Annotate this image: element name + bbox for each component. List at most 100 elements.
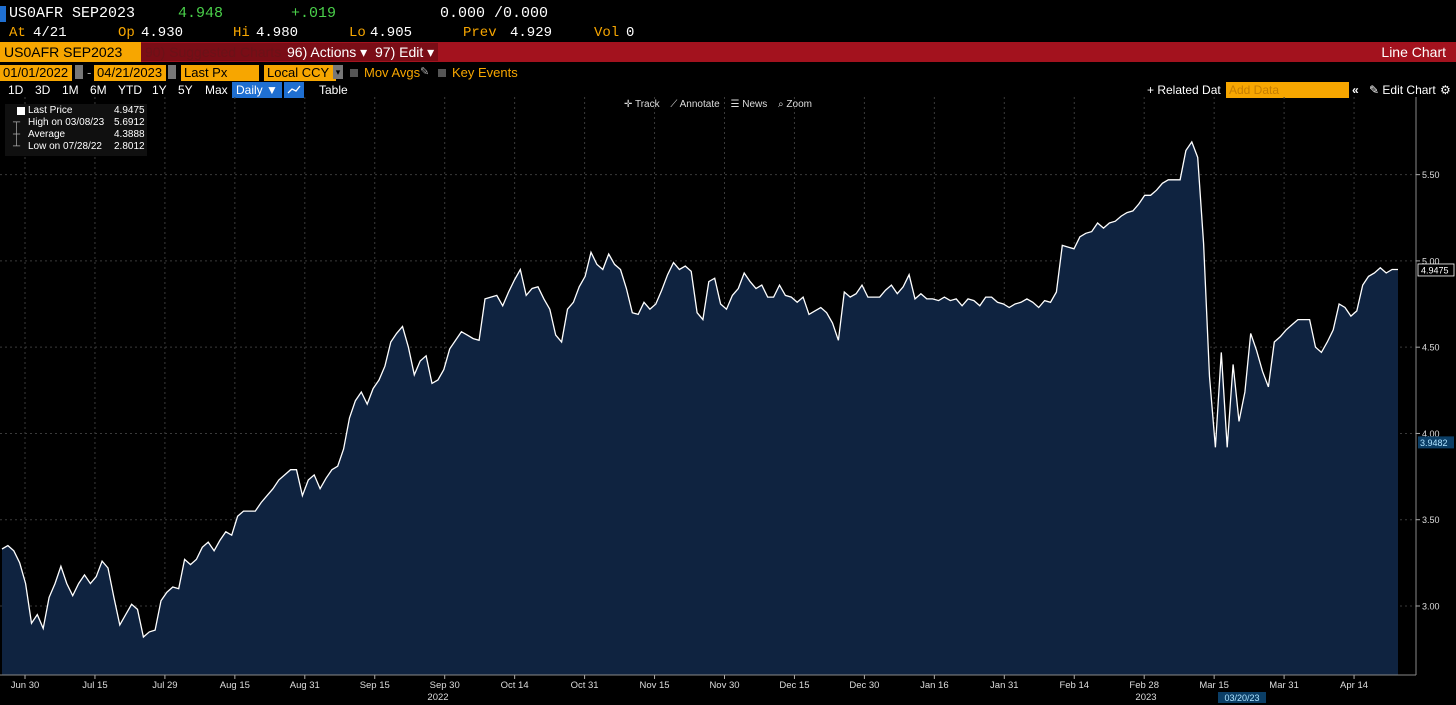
x-tick-label: Oct 14 (501, 680, 529, 691)
x-tick-label: Aug 31 (290, 680, 320, 691)
mov-avgs-label: Mov Avgs (364, 65, 421, 80)
price-area (2, 141, 1398, 675)
security-color-marker (0, 6, 6, 22)
high-marker-icon: ┬ (13, 117, 21, 128)
period-1m[interactable]: 1M (62, 82, 79, 98)
high-value: 4.980 (256, 25, 299, 41)
legend-value: 4.9475 (114, 105, 145, 116)
pencil-icon[interactable]: ✎ (420, 65, 429, 78)
security-field[interactable]: US0AFR SEP2023 In (0, 42, 141, 62)
x-tick-label: Dec 30 (849, 680, 879, 691)
track-label: Track (634, 99, 660, 110)
legend-value: 2.8012 (114, 141, 145, 152)
zoom-tool[interactable]: ⌕ Zoom (778, 99, 812, 110)
crosshair-icon: ✛ (624, 99, 635, 110)
x-tick-label: Nov 30 (709, 680, 739, 691)
legend-value: 5.6912 (114, 117, 145, 128)
at-label: At (9, 25, 26, 41)
currency-select[interactable]: Local CCY (264, 65, 336, 81)
x-tick-label: Oct 31 (571, 680, 599, 691)
edit-chart-label: Edit Chart (1382, 83, 1436, 97)
annotate-tool[interactable]: ⟋ Annotate (670, 99, 719, 110)
edit-menu[interactable]: 97) Edit ▾ (371, 43, 439, 61)
x-tick-label: Sep 30 (430, 680, 460, 691)
x-tick-label: Mar 15 (1199, 680, 1229, 691)
period-3d[interactable]: 3D (35, 82, 50, 98)
year-label: 2023 (1135, 692, 1156, 703)
price-chart[interactable]: 3.003.504.004.505.005.504.94753.9482 Jun… (0, 97, 1456, 705)
period-ytd[interactable]: YTD (118, 82, 142, 98)
low-label: Lo (349, 25, 366, 41)
zoom-label: Zoom (786, 99, 812, 110)
related-data-button[interactable]: + Related Dat (1147, 82, 1221, 98)
x-tick-label: Feb 28 (1129, 680, 1159, 691)
calendar-icon[interactable] (168, 65, 176, 79)
start-date-input[interactable]: 01/01/2022 (0, 65, 72, 81)
price-change: +.019 (291, 5, 337, 22)
low-marker-icon: ┴ (13, 141, 21, 152)
x-tick-label: Jul 29 (152, 680, 177, 691)
chart-type-title: Line Chart (1381, 44, 1446, 60)
end-date-input[interactable]: 04/21/2023 (94, 65, 166, 81)
add-data-input[interactable]: Add Data (1226, 82, 1349, 98)
legend-label: High on 03/08/23 (28, 117, 105, 128)
volume-label: Vol (594, 25, 620, 41)
function-toolbar: US0AFR SEP2023 In 90) Suggested Charts 9… (0, 42, 1456, 62)
calendar-icon[interactable] (75, 65, 83, 79)
collapse-icon[interactable]: « (1352, 82, 1359, 98)
x-tick-label: Jun 30 (11, 680, 40, 691)
key-events-label: Key Events (452, 65, 518, 80)
ticker-name: US0AFR SEP2023 (9, 5, 136, 22)
period-6m[interactable]: 6M (90, 82, 107, 98)
x-tick-label: Sep 15 (360, 680, 390, 691)
legend-label: Average (28, 129, 66, 140)
y-tick-label: 3.00 (1422, 601, 1440, 611)
x-tick-label: Feb 14 (1059, 680, 1089, 691)
average-marker-icon: ┼ (13, 129, 21, 140)
table-view-button[interactable]: Table (319, 82, 348, 98)
track-tool[interactable]: ✛ Track (624, 99, 660, 110)
frequency-select[interactable]: Daily ▼ (232, 82, 282, 98)
prev-value: 4.929 (510, 25, 553, 41)
pencil-icon: ✎ (1369, 83, 1383, 97)
actions-menu[interactable]: 96) Actions ▾ (283, 43, 372, 61)
x-tick-label: Jan 31 (990, 680, 1019, 691)
date-separator: - (87, 65, 92, 80)
gear-icon[interactable]: ⚙ (1440, 82, 1451, 98)
chart-legend: Last Price 4.9475 ┬ High on 03/08/23 5.6… (5, 104, 147, 156)
highlight-date-label: 03/20/23 (1224, 693, 1259, 703)
open-label: Op (118, 25, 135, 41)
volume-value: 0 (626, 25, 635, 41)
low-value: 4.905 (370, 25, 413, 41)
period-1d[interactable]: 1D (8, 82, 23, 98)
x-tick-label: Aug 15 (220, 680, 250, 691)
quote-stats: At 4/21 Op 4.930 Hi 4.980 Lo 4.905 Prev … (0, 24, 1456, 42)
high-label: Hi (233, 25, 250, 41)
period-max[interactable]: Max (205, 82, 228, 98)
chevron-down-icon[interactable]: ▾ (333, 65, 343, 79)
legend-label: Low on 07/28/22 (28, 141, 102, 152)
price-field-select[interactable]: Last Px (181, 65, 259, 81)
annotate-label: Annotate (679, 99, 720, 110)
y-tick-label: 3.50 (1422, 515, 1440, 525)
news-tool[interactable]: ☰ News (730, 99, 767, 110)
x-tick-label: Dec 15 (779, 680, 809, 691)
period-1y[interactable]: 1Y (152, 82, 167, 98)
line-chart-icon-graphic (287, 85, 301, 94)
prev-label: Prev (463, 25, 497, 41)
y-axis: 3.003.504.004.505.005.504.94753.9482 (1415, 97, 1455, 675)
period-5y[interactable]: 5Y (178, 82, 193, 98)
edit-chart-button[interactable]: ✎ Edit Chart (1369, 82, 1436, 98)
key-events-checkbox[interactable] (438, 69, 446, 77)
bid-ask: 0.000 /0.000 (440, 5, 549, 22)
news-icon: ☰ (730, 99, 743, 110)
x-tick-label: Apr 14 (1340, 680, 1368, 691)
x-tick-label: Mar 31 (1269, 680, 1299, 691)
suggested-charts-button[interactable]: 90) Suggested Charts (141, 43, 286, 61)
chart-controls: 01/01/2022 - 04/21/2023 Last Px Local CC… (0, 64, 1456, 82)
mov-avgs-checkbox[interactable] (350, 69, 358, 77)
news-label: News (742, 99, 768, 110)
line-chart-icon[interactable] (284, 82, 304, 98)
x-tick-label: Jul 15 (82, 680, 107, 691)
last-price: 4.948 (178, 5, 224, 22)
